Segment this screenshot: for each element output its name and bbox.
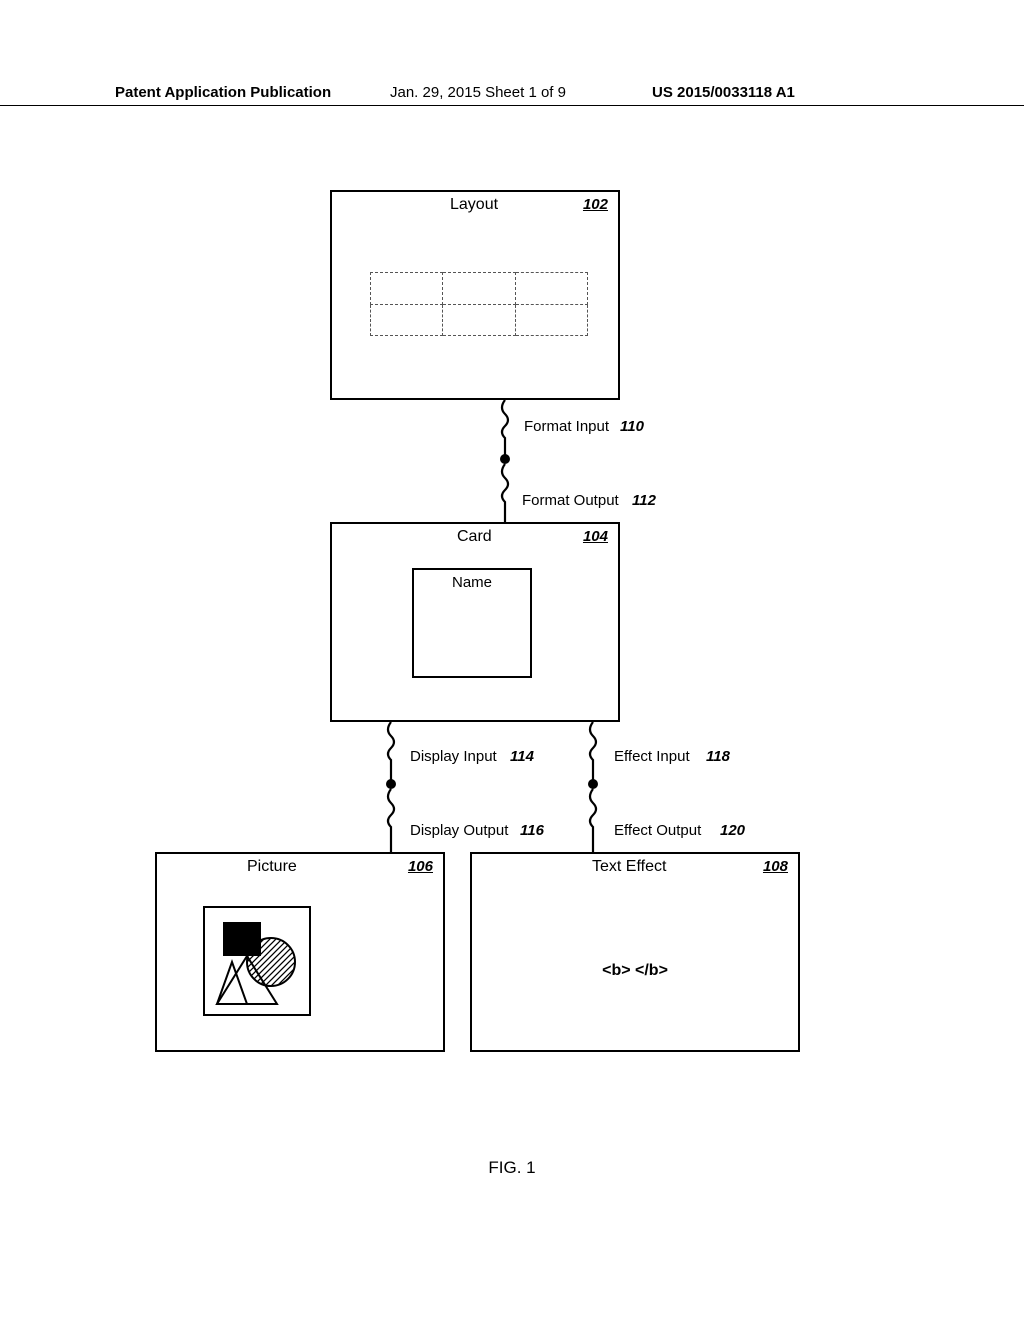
layout-grid-icon — [370, 272, 588, 336]
picture-thumbnail — [203, 906, 311, 1016]
effect-output-ref: 120 — [720, 822, 745, 839]
header-patent-number: US 2015/0033118 A1 — [652, 84, 795, 101]
connector-format — [490, 400, 520, 522]
card-title: Card — [457, 528, 492, 546]
display-input-label: Display Input — [410, 748, 497, 765]
header-date-sheet: Jan. 29, 2015 Sheet 1 of 9 — [390, 84, 566, 101]
name-slot: Name — [412, 568, 532, 678]
picture-ref: 106 — [408, 858, 433, 875]
connector-effect — [578, 722, 608, 852]
effect-input-ref: 118 — [706, 748, 730, 765]
layout-title: Layout — [450, 196, 498, 214]
display-output-label: Display Output — [410, 822, 508, 839]
display-output-ref: 116 — [520, 822, 544, 839]
format-output-ref: 112 — [632, 492, 656, 509]
effect-input-label: Effect Input — [614, 748, 690, 765]
layout-ref: 102 — [583, 196, 608, 213]
text-effect-body: <b> </b> — [472, 962, 798, 980]
layout-block: Layout 102 — [330, 190, 620, 400]
picture-title: Picture — [247, 858, 297, 876]
connector-display — [376, 722, 406, 852]
format-input-ref: 110 — [620, 418, 644, 435]
name-slot-label: Name — [414, 574, 530, 591]
text-effect-block: Text Effect 108 <b> </b> — [470, 852, 800, 1052]
effect-output-label: Effect Output — [614, 822, 701, 839]
format-input-label: Format Input — [524, 418, 609, 435]
text-effect-ref: 108 — [763, 858, 788, 875]
display-input-ref: 114 — [510, 748, 534, 765]
format-output-label: Format Output — [522, 492, 619, 509]
card-block: Card 104 Name — [330, 522, 620, 722]
text-effect-title: Text Effect — [592, 858, 666, 876]
figure-caption: FIG. 1 — [0, 1158, 1024, 1178]
patent-figure-page: Patent Application Publication Jan. 29, … — [0, 0, 1024, 1320]
picture-icon — [205, 908, 313, 1018]
card-ref: 104 — [583, 528, 608, 545]
page-header: Patent Application Publication Jan. 29, … — [0, 84, 1024, 106]
picture-block: Picture 106 — [155, 852, 445, 1052]
header-publication: Patent Application Publication — [115, 84, 331, 101]
